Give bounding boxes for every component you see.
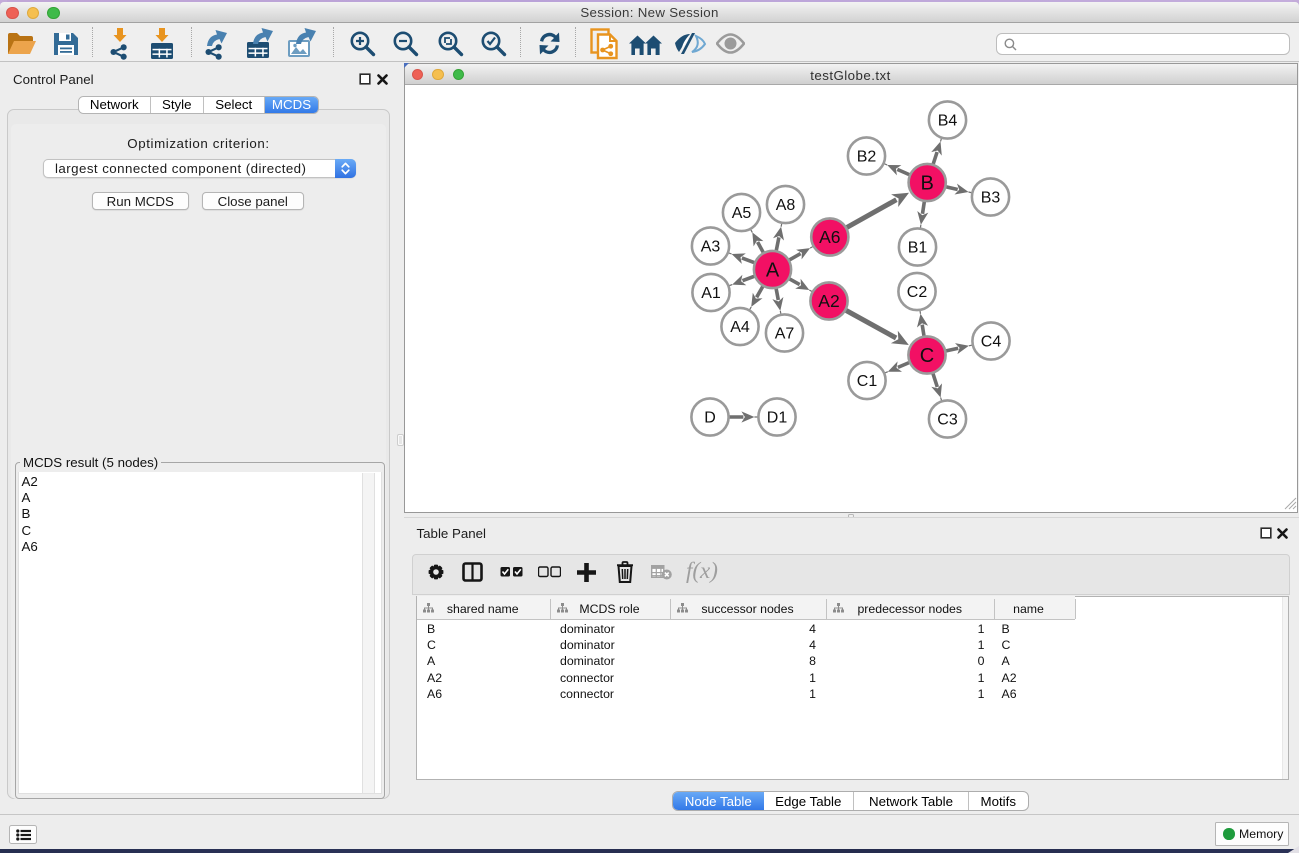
svg-text:B: B — [920, 173, 933, 195]
svg-text:A5: A5 — [731, 205, 751, 222]
svg-text:C: C — [919, 345, 933, 367]
svg-text:A2: A2 — [818, 291, 839, 311]
svg-text:B4: B4 — [937, 113, 957, 130]
svg-text:A: A — [765, 260, 779, 282]
svg-text:A4: A4 — [730, 319, 750, 336]
svg-text:D1: D1 — [766, 410, 787, 427]
svg-text:C3: C3 — [937, 412, 958, 429]
svg-text:A8: A8 — [775, 197, 795, 214]
svg-text:B3: B3 — [980, 190, 1000, 207]
svg-text:A1: A1 — [701, 285, 721, 302]
svg-text:A7: A7 — [774, 326, 794, 343]
svg-text:A6: A6 — [819, 227, 840, 247]
svg-text:B2: B2 — [856, 149, 876, 166]
svg-text:A3: A3 — [700, 239, 720, 256]
svg-text:C2: C2 — [906, 284, 927, 301]
svg-text:B1: B1 — [907, 240, 927, 257]
svg-text:C1: C1 — [856, 373, 877, 390]
svg-text:C4: C4 — [980, 334, 1001, 351]
svg-text:D: D — [704, 410, 716, 427]
